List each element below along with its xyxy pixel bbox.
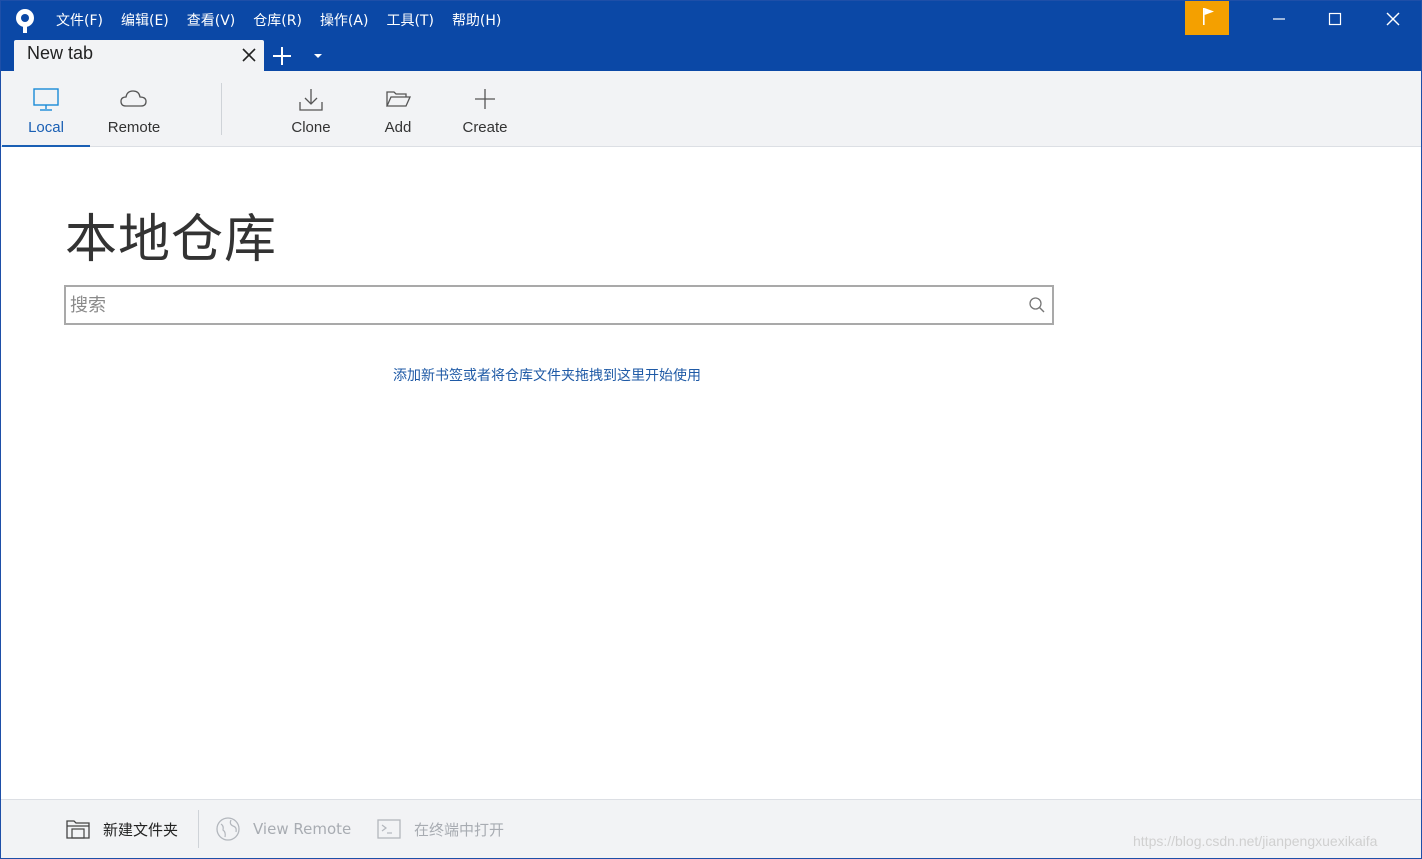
tab-local-label: Local <box>28 119 64 136</box>
terminal-icon <box>377 819 401 839</box>
search-input[interactable] <box>70 291 1020 319</box>
view-remote-label: View Remote <box>253 820 352 838</box>
close-window-button[interactable] <box>1365 1 1421 37</box>
tab-new-tab[interactable]: New tab <box>14 40 264 71</box>
tab-remote-label: Remote <box>107 119 161 136</box>
clone-button[interactable]: Clone <box>267 71 355 146</box>
close-icon <box>1386 12 1400 26</box>
monitor-icon <box>33 88 59 111</box>
bottom-bar: 新建文件夹 View Remote 在终端中打开 <box>1 799 1421 858</box>
add-bookmark-hint-link[interactable]: 添加新书签或者将仓库文件夹拖拽到这里开始使用 <box>393 365 701 385</box>
flag-icon <box>1203 8 1214 25</box>
menu-view[interactable]: 查看(V) <box>178 10 245 32</box>
globe-icon <box>216 817 240 841</box>
app-window: 文件(F) 编辑(E) 查看(V) 仓库(R) 操作(A) 工具(T) 帮助(H… <box>0 0 1422 859</box>
toolbar-divider <box>221 83 222 135</box>
open-in-terminal-button[interactable]: 在终端中打开 <box>376 800 504 858</box>
notification-flag-button[interactable] <box>1185 1 1229 35</box>
download-icon <box>299 89 323 111</box>
tab-label: New tab <box>27 43 94 63</box>
search-box <box>64 285 1054 325</box>
new-folder-icon <box>66 820 90 839</box>
tab-close-icon[interactable] <box>240 46 258 64</box>
add-button[interactable]: Add <box>354 71 442 146</box>
create-button[interactable]: Create <box>441 71 529 146</box>
sourcetree-logo-icon <box>16 9 34 33</box>
add-label: Add <box>384 119 412 136</box>
menu-bar: 文件(F) 编辑(E) 查看(V) 仓库(R) 操作(A) 工具(T) 帮助(H… <box>47 10 510 32</box>
menu-file[interactable]: 文件(F) <box>47 10 112 32</box>
search-icon[interactable] <box>1028 296 1046 314</box>
new-folder-label: 新建文件夹 <box>103 820 179 839</box>
open-folder-icon <box>385 91 412 107</box>
title-bar: 文件(F) 编辑(E) 查看(V) 仓库(R) 操作(A) 工具(T) 帮助(H… <box>1 1 1421 71</box>
clone-label: Clone <box>291 119 331 136</box>
tab-local[interactable]: Local <box>2 71 90 147</box>
menu-repository[interactable]: 仓库(R) <box>244 10 311 32</box>
menu-edit[interactable]: 编辑(E) <box>112 10 178 32</box>
tab-list-dropdown-icon[interactable] <box>311 51 325 61</box>
maximize-icon <box>1328 12 1342 26</box>
maximize-button[interactable] <box>1307 1 1363 37</box>
minimize-icon <box>1273 18 1285 20</box>
new-tab-plus-icon[interactable] <box>271 45 293 67</box>
open-in-terminal-label: 在终端中打开 <box>414 820 505 839</box>
watermark-text: https://blog.csdn.net/jianpengxuexikaifa <box>1133 833 1378 849</box>
create-label: Create <box>462 119 508 136</box>
minimize-button[interactable] <box>1251 1 1307 37</box>
page-title: 本地仓库 <box>65 210 278 270</box>
cloud-icon <box>120 90 147 107</box>
menu-help[interactable]: 帮助(H) <box>443 10 510 32</box>
toolbar: Local Remote Clone Add Create <box>1 71 1421 147</box>
bottom-divider <box>198 810 199 848</box>
tab-remote[interactable]: Remote <box>90 71 178 146</box>
menu-actions[interactable]: 操作(A) <box>311 10 378 32</box>
new-folder-button[interactable]: 新建文件夹 <box>65 800 178 858</box>
view-remote-button[interactable]: View Remote <box>215 800 351 858</box>
menu-tools[interactable]: 工具(T) <box>377 10 442 32</box>
plus-icon <box>475 89 495 109</box>
